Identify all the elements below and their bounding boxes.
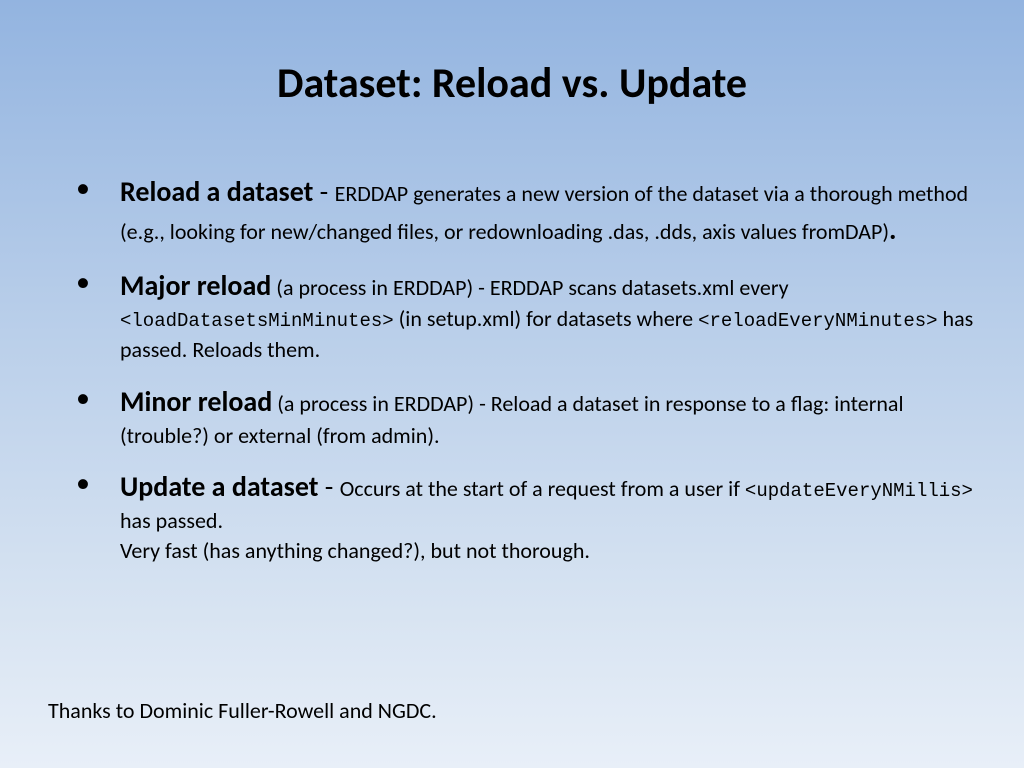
bullet-dash: - [313,174,334,209]
bullet-list: Reload a dataset - ERDDAP generates a ne… [48,173,976,565]
bullet-body: (in setup.xml) for datasets where [394,305,698,332]
bullet-lead: Minor reload [120,384,272,419]
code-token: <reloadEveryNMinutes> [698,310,937,332]
bullet-body: (a process in ERDDAP) - ERDDAP scans dat… [276,274,788,301]
list-item: Minor reload (a process in ERDDAP) - Rel… [76,383,976,450]
code-token: <updateEveryNMillis> [745,480,973,502]
list-item: Major reload (a process in ERDDAP) - ERD… [76,267,976,365]
bullet-lead: Reload a dataset [120,174,313,209]
bullet-body: Occurs at the start of a request from a … [340,475,745,502]
bullet-lead: Major reload [120,268,271,303]
bullet-lead: Update a dataset [120,469,318,504]
list-item: Update a dataset - Occurs at the start o… [76,468,976,565]
bullet-body: has passed. [120,507,223,534]
credits-line: Thanks to Dominic Fuller-Rowell and NGDC… [48,697,437,724]
code-token: <loadDatasetsMinMinutes> [120,310,394,332]
bullet-period: . [889,212,896,247]
slide-title: Dataset: Reload vs. Update [48,58,976,109]
bullet-body: Very fast (has anything changed?), but n… [120,537,590,564]
bullet-dash: - [318,469,339,504]
bullet-body: (a process in ERDDAP) - [277,390,491,417]
list-item: Reload a dataset - ERDDAP generates a ne… [76,173,976,249]
